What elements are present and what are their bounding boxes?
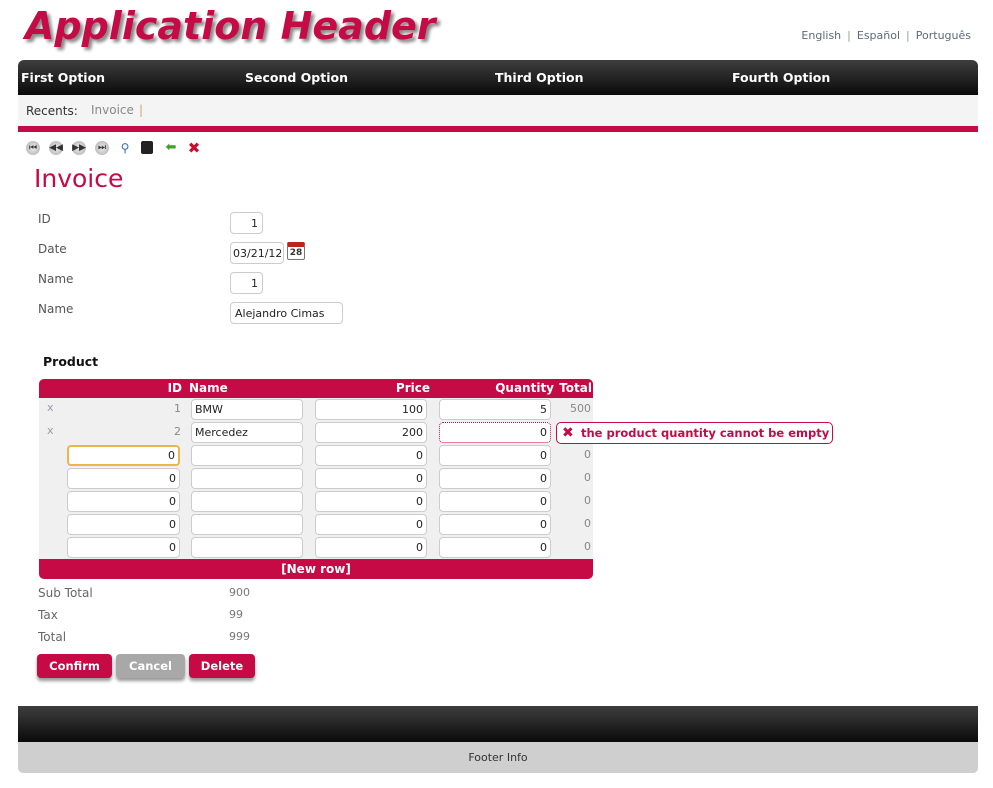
delete-icon[interactable]: ✖	[187, 141, 201, 156]
nav-fourth-option[interactable]: Fourth Option	[732, 70, 830, 85]
first-icon[interactable]: ⏮	[26, 141, 40, 155]
name-input[interactable]	[191, 491, 303, 512]
cancel-button[interactable]: Cancel	[116, 654, 185, 678]
recent-invoice-link[interactable]: Invoice	[91, 103, 134, 117]
lang-english[interactable]: English	[801, 29, 841, 42]
price-input[interactable]	[315, 399, 427, 420]
col-id: ID	[167, 381, 182, 395]
next-icon[interactable]: ▶▶	[72, 141, 86, 155]
price-input[interactable]	[315, 514, 427, 535]
nav-first-option[interactable]: First Option	[21, 70, 105, 85]
previous-icon[interactable]: ◀◀	[49, 141, 63, 155]
id-label: ID	[38, 212, 51, 226]
name-input[interactable]	[191, 514, 303, 535]
nav-second-option[interactable]: Second Option	[245, 70, 348, 85]
id-input[interactable]	[67, 491, 180, 512]
quantity-input[interactable]	[439, 537, 551, 558]
price-input[interactable]	[315, 491, 427, 512]
price-input[interactable]	[315, 445, 427, 466]
new-row-button[interactable]: [New row]	[39, 559, 593, 579]
app-title: Application Header	[25, 4, 436, 48]
divider	[18, 126, 978, 132]
row-total: 500	[570, 402, 591, 415]
footer-bar	[18, 706, 978, 742]
save-icon[interactable]	[141, 141, 153, 154]
page-title: Invoice	[34, 164, 124, 193]
subtotal-value: 900	[229, 586, 250, 599]
date-field[interactable]	[230, 242, 284, 264]
col-name: Name	[189, 381, 228, 395]
subtotal-label: Sub Total	[38, 586, 93, 600]
tax-value: 99	[229, 608, 243, 621]
last-icon[interactable]: ⏭	[95, 141, 109, 155]
col-price: Price	[395, 381, 430, 395]
total-value: 999	[229, 630, 250, 643]
quantity-input[interactable]	[439, 491, 551, 512]
search-icon[interactable]: ⚲	[118, 141, 132, 155]
error-icon: ✖	[562, 425, 574, 441]
tax-label: Tax	[38, 608, 58, 622]
col-total: Total	[559, 381, 592, 395]
row-total: 0	[584, 494, 591, 507]
name-input[interactable]: BMW	[191, 399, 303, 420]
recents-label: Recents:	[26, 104, 78, 118]
name-input[interactable]	[191, 468, 303, 489]
quantity-input[interactable]	[439, 468, 551, 489]
name-label: Name	[38, 302, 74, 316]
remove-row-icon[interactable]: x	[47, 424, 54, 437]
calendar-day: 28	[289, 248, 303, 258]
id-input[interactable]	[67, 468, 180, 489]
name-id-field[interactable]	[230, 272, 263, 294]
lang-portugues[interactable]: Português	[916, 29, 971, 42]
main-nav: First Option Second Option Third Option …	[18, 60, 978, 95]
name-input[interactable]: Mercedez	[191, 422, 303, 443]
lang-espanol[interactable]: Español	[857, 29, 900, 42]
error-tooltip: ✖ the product quantity cannot be empty	[556, 422, 833, 444]
name-input[interactable]	[191, 445, 303, 466]
divider: |	[906, 29, 910, 42]
id-input[interactable]	[67, 537, 180, 558]
recents-bar: Recents: Invoice |	[18, 95, 978, 126]
divider: |	[139, 103, 144, 117]
grid-header: ID Name Price Quantity Total	[39, 379, 593, 398]
col-quantity: Quantity	[495, 381, 554, 395]
name-field[interactable]	[230, 302, 343, 324]
row-total: 0	[584, 540, 591, 553]
name-input[interactable]	[191, 537, 303, 558]
product-section-label: Product	[43, 354, 99, 369]
footer-info: Footer Info	[18, 742, 978, 773]
confirm-button[interactable]: Confirm	[37, 654, 112, 678]
language-selector: English | Español | Português	[801, 29, 971, 42]
price-input[interactable]	[315, 422, 427, 443]
id-field[interactable]	[230, 212, 263, 234]
name-label: Name	[38, 272, 74, 286]
total-label: Total	[38, 630, 67, 644]
divider: |	[847, 29, 851, 42]
row-total: 0	[584, 471, 591, 484]
row-total: 0	[584, 448, 591, 461]
quantity-input[interactable]	[439, 445, 551, 466]
price-input[interactable]	[315, 468, 427, 489]
row-id: 1	[174, 402, 181, 415]
quantity-input[interactable]	[439, 422, 551, 443]
error-message: the product quantity cannot be empty	[581, 426, 830, 440]
name-value: BMW	[195, 403, 223, 416]
id-input[interactable]	[67, 445, 180, 466]
delete-button[interactable]: Delete	[189, 654, 255, 678]
quantity-input[interactable]	[439, 514, 551, 535]
product-grid: ID Name Price Quantity Total x 1 BMW 500 x 2 M…	[39, 379, 593, 579]
quantity-input[interactable]	[439, 399, 551, 420]
row-total: 0	[584, 517, 591, 530]
remove-row-icon[interactable]: x	[47, 401, 54, 414]
date-label: Date	[38, 242, 67, 256]
back-icon[interactable]: ⬅	[164, 141, 178, 155]
price-input[interactable]	[315, 537, 427, 558]
name-value: Mercedez	[195, 426, 248, 439]
nav-third-option[interactable]: Third Option	[495, 70, 584, 85]
row-id: 2	[174, 425, 181, 438]
calendar-icon[interactable]: 28	[287, 242, 305, 260]
id-input[interactable]	[67, 514, 180, 535]
